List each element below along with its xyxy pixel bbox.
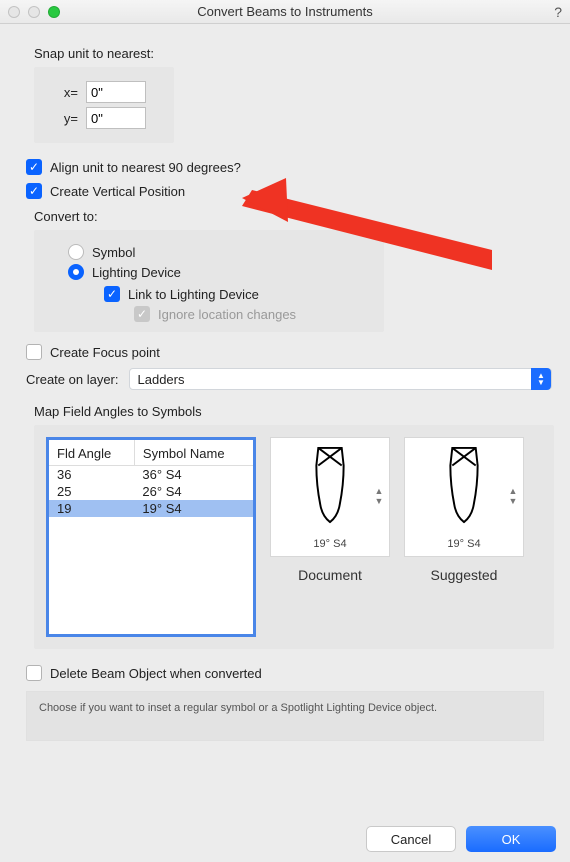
suggested-preview[interactable]: 19° S4 ▲▼ xyxy=(404,437,524,557)
snap-panel: x= y= xyxy=(34,67,174,143)
focus-checkbox[interactable] xyxy=(26,344,42,360)
cell-name: 19° S4 xyxy=(134,500,253,517)
layer-label: Create on layer: xyxy=(26,372,119,387)
hint-text: Choose if you want to inset a regular sy… xyxy=(26,691,544,741)
ok-button[interactable]: OK xyxy=(466,826,556,852)
lighting-radio-label: Lighting Device xyxy=(92,265,181,280)
titlebar: Convert Beams to Instruments ? xyxy=(0,0,570,24)
align-label: Align unit to nearest 90 degrees? xyxy=(50,160,241,175)
table-row[interactable]: 36 36° S4 xyxy=(49,466,253,484)
document-caption: Document xyxy=(298,567,362,583)
chevron-up-down-icon: ▲▼ xyxy=(531,368,551,390)
window-title: Convert Beams to Instruments xyxy=(0,4,570,19)
col-angle: Fld Angle xyxy=(49,440,134,466)
ignore-checkbox: ✓ xyxy=(134,306,150,322)
table-row[interactable]: 25 26° S4 xyxy=(49,483,253,500)
document-preview[interactable]: 19° S4 ▲▼ xyxy=(270,437,390,557)
symbol-radio[interactable] xyxy=(68,244,84,260)
align-checkbox[interactable]: ✓ xyxy=(26,159,42,175)
ignore-label: Ignore location changes xyxy=(158,307,296,322)
cell-name: 26° S4 xyxy=(134,483,253,500)
snap-section-label: Snap unit to nearest: xyxy=(34,46,552,61)
snap-x-input[interactable] xyxy=(86,81,146,103)
snap-y-label: y= xyxy=(54,111,78,126)
delete-label: Delete Beam Object when converted xyxy=(50,666,262,681)
cell-name: 36° S4 xyxy=(134,466,253,484)
lighting-radio[interactable] xyxy=(68,264,84,280)
link-checkbox[interactable]: ✓ xyxy=(104,286,120,302)
fixture-icon xyxy=(444,446,484,524)
cell-angle: 19 xyxy=(49,500,134,517)
symbol-radio-label: Symbol xyxy=(92,245,135,260)
fixture-icon xyxy=(310,446,350,524)
document-preview-label: 19° S4 xyxy=(313,538,346,550)
vertical-label: Create Vertical Position xyxy=(50,184,185,199)
vertical-checkbox[interactable]: ✓ xyxy=(26,183,42,199)
cancel-button[interactable]: Cancel xyxy=(366,826,456,852)
angle-symbol-table[interactable]: Fld Angle Symbol Name 36 36° S4 25 26° S… xyxy=(46,437,256,637)
link-label: Link to Lighting Device xyxy=(128,287,259,302)
convert-section-label: Convert to: xyxy=(34,209,552,224)
snap-y-input[interactable] xyxy=(86,107,146,129)
convert-panel: Symbol Lighting Device ✓ Link to Lightin… xyxy=(34,230,384,332)
layer-value: Ladders xyxy=(138,372,185,387)
suggested-preview-label: 19° S4 xyxy=(447,538,480,550)
focus-label: Create Focus point xyxy=(50,345,160,360)
layer-select[interactable]: Ladders ▲▼ xyxy=(129,368,553,390)
stepper-icon[interactable]: ▲▼ xyxy=(507,482,519,510)
suggested-caption: Suggested xyxy=(431,567,498,583)
map-section-label: Map Field Angles to Symbols xyxy=(34,404,552,419)
delete-checkbox[interactable] xyxy=(26,665,42,681)
help-button[interactable]: ? xyxy=(554,0,562,24)
cell-angle: 36 xyxy=(49,466,134,484)
stepper-icon[interactable]: ▲▼ xyxy=(373,482,385,510)
snap-x-label: x= xyxy=(54,85,78,100)
col-name: Symbol Name xyxy=(134,440,253,466)
map-panel: Fld Angle Symbol Name 36 36° S4 25 26° S… xyxy=(34,425,554,649)
table-row[interactable]: 19 19° S4 xyxy=(49,500,253,517)
cell-angle: 25 xyxy=(49,483,134,500)
